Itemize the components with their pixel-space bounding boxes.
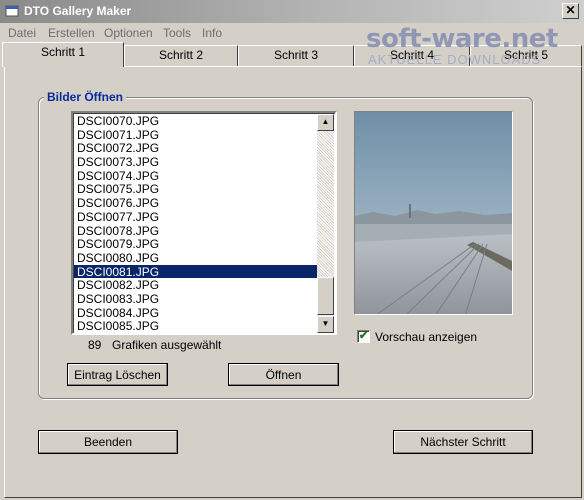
- tab-schritt-2[interactable]: Schritt 2: [124, 45, 238, 66]
- app-window-icon: [5, 5, 19, 17]
- menu-bar: Datei Erstellen Optionen Tools Info: [0, 23, 584, 43]
- group-title: Bilder Öffnen: [44, 90, 127, 104]
- list-scrollbar[interactable]: ▲ ▼: [317, 114, 334, 333]
- scroll-up-arrow-icon: ▲: [321, 117, 330, 126]
- file-list-item[interactable]: DSCI0079.JPG: [74, 237, 319, 251]
- winter-field-photo: [355, 112, 512, 314]
- file-list-item[interactable]: DSCI0083.JPG: [74, 292, 319, 306]
- file-list-rows: DSCI0070.JPG DSCI0071.JPG DSCI0072.JPG DSCI…: [74, 114, 319, 333]
- menu-info[interactable]: Info: [202, 26, 222, 40]
- file-list-item[interactable]: DSCI0076.JPG: [74, 196, 319, 210]
- file-listbox[interactable]: DSCI0070.JPG DSCI0071.JPG DSCI0072.JPG DSCI…: [71, 111, 337, 335]
- scroll-down-arrow-icon: ▼: [321, 319, 330, 328]
- window-title: DTO Gallery Maker: [24, 4, 132, 18]
- file-list-item[interactable]: DSCI0070.JPG: [74, 114, 319, 128]
- tab-schritt-5[interactable]: Schritt 5: [470, 45, 582, 66]
- scroll-up-button[interactable]: ▲: [317, 114, 334, 131]
- file-list-item[interactable]: DSCI0082.JPG: [74, 278, 319, 292]
- tab-schritt-1[interactable]: Schritt 1: [2, 42, 124, 67]
- menu-tools[interactable]: Tools: [163, 26, 191, 40]
- quit-button[interactable]: Beenden: [38, 430, 178, 454]
- file-list-item[interactable]: DSCI0072.JPG: [74, 141, 319, 156]
- delete-entry-button[interactable]: Eintrag Löschen: [67, 363, 168, 386]
- file-list-item[interactable]: DSCI0077.JPG: [74, 210, 319, 224]
- next-step-button[interactable]: Nächster Schritt: [393, 430, 533, 454]
- file-list-item[interactable]: DSCI0081.JPG: [74, 264, 319, 278]
- open-button[interactable]: Öffnen: [228, 363, 339, 386]
- file-list-item[interactable]: DSCI0071.JPG: [74, 128, 319, 142]
- close-button[interactable]: ✕: [562, 3, 579, 19]
- menu-datei[interactable]: Datei: [8, 26, 36, 40]
- image-preview: [354, 111, 513, 315]
- scroll-down-button[interactable]: ▼: [317, 316, 334, 333]
- menu-optionen[interactable]: Optionen: [104, 26, 153, 40]
- file-list-item[interactable]: DSCI0080.JPG: [74, 251, 319, 265]
- tab-schritt-3[interactable]: Schritt 3: [238, 45, 354, 66]
- scroll-thumb[interactable]: [317, 277, 334, 315]
- selected-count-label: Grafiken ausgewählt: [112, 338, 222, 352]
- title-bar: DTO Gallery Maker ✕: [0, 0, 584, 23]
- checkmark-icon: ✔: [358, 330, 369, 342]
- tab-schritt-4[interactable]: Schritt 4: [354, 45, 470, 66]
- selected-count: 89: [88, 338, 102, 352]
- file-list-item[interactable]: DSCI0074.JPG: [74, 169, 319, 183]
- preview-checkbox-label[interactable]: Vorschau anzeigen: [375, 330, 477, 344]
- file-list-item[interactable]: DSCI0084.JPG: [74, 306, 319, 320]
- file-list-item[interactable]: DSCI0075.JPG: [74, 182, 319, 197]
- file-list-item[interactable]: DSCI0073.JPG: [74, 155, 319, 169]
- menu-erstellen[interactable]: Erstellen: [48, 26, 95, 40]
- preview-checkbox[interactable]: ✔: [357, 330, 370, 343]
- file-list-item[interactable]: DSCI0085.JPG: [74, 319, 319, 333]
- close-icon: ✕: [565, 3, 576, 17]
- file-list-item[interactable]: DSCI0078.JPG: [74, 224, 319, 238]
